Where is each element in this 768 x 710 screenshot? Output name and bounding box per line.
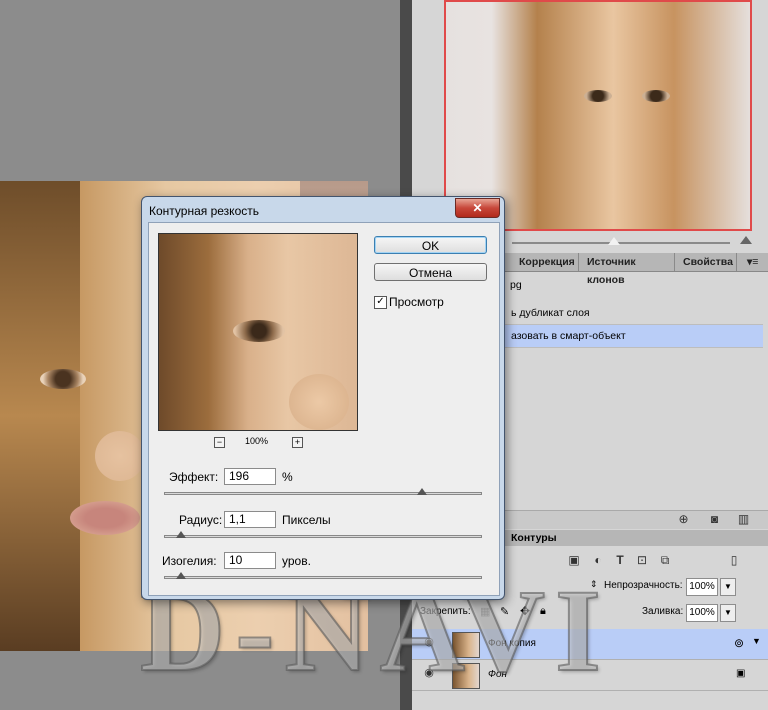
effect-unit: % [282,470,293,484]
threshold-input[interactable]: 10 [224,552,276,569]
navigator-zoom-slider[interactable] [512,242,730,244]
opacity-label: Непрозрачность: [604,580,683,591]
new-document-icon[interactable]: ⊕ [677,513,690,525]
thumb-eye-right [642,90,670,102]
zoom-in-mountain-icon[interactable] [740,236,752,244]
thumb-eye-left [584,90,612,102]
cancel-button[interactable]: Отмена [374,263,487,281]
image-lips [70,501,140,535]
tab-correction[interactable]: Коррекция [513,253,579,271]
panel-menu-icon[interactable]: ▾≡ [741,253,767,271]
fill-label: Заливка: [642,606,684,617]
filter-preview[interactable] [158,233,358,431]
fill-field[interactable]: 100% [686,604,718,622]
close-icon[interactable]: ✕ [455,198,500,218]
filter-smart-icon[interactable]: ⧉ [658,553,672,567]
camera-icon[interactable]: ◙ [708,513,721,525]
effect-label: Эффект: [169,470,219,484]
image-nose [95,431,145,481]
fill-dropdown-icon[interactable]: ▼ [720,604,736,622]
dialog-title: Контурная резкость [149,204,259,218]
threshold-slider-thumb[interactable] [176,572,186,579]
filter-shape-icon[interactable]: ⊡ [635,553,649,567]
layer-lock-icon: ▣ [736,668,746,679]
opacity-dropdown-icon[interactable]: ▼ [720,578,736,596]
opacity-field[interactable]: 100% [686,578,718,596]
preview-eye [233,320,285,342]
image-eye [40,369,86,389]
radius-unit: Пикселы [282,513,331,527]
smart-object-icon[interactable]: ⊚ [734,636,744,650]
dialog-body: − 100% + OK Отмена ✓ Просмотр Эффект: 19… [148,222,500,596]
tab-clone-source[interactable]: Источник клонов [581,253,675,286]
ok-button[interactable]: OK [374,236,487,254]
navigator-slider-thumb[interactable] [608,237,620,245]
radius-slider[interactable] [164,535,482,538]
radius-label: Радиус: [179,513,223,527]
panel-tabs: Коррекция Источник клонов Свойства ▾≡ [505,253,768,286]
history-snapshot[interactable]: pg [510,279,522,291]
history-footer: ⊕ ◙ ▥ [505,510,768,529]
history-item-selected[interactable]: азовать в смарт-объект [505,325,763,348]
filter-toggle-icon[interactable]: ▯ [727,553,741,567]
tab-paths[interactable]: Контуры [511,532,557,544]
tab-properties[interactable]: Свойства [677,253,737,271]
radius-input[interactable]: 1,1 [224,511,276,528]
layer-expand-icon[interactable]: ▼ [752,636,761,646]
layers-panel-header: Контуры [505,530,768,546]
trash-icon[interactable]: ▥ [737,513,750,525]
preview-nose [289,374,349,430]
zoom-level: 100% [245,436,269,446]
effect-input[interactable]: 196 [224,468,276,485]
history-item[interactable]: ь дубликат слоя [505,302,763,325]
unsharp-mask-dialog: Контурная резкость ✕ − 100% + OK Отмена … [141,196,505,600]
preview-checkbox[interactable]: ✓ [374,296,387,309]
preview-label: Просмотр [389,295,444,309]
effect-slider-thumb[interactable] [417,488,427,495]
effect-slider[interactable] [164,492,482,495]
threshold-unit: уров. [282,554,311,568]
zoom-out-button[interactable]: − [214,437,225,448]
filter-type-icon[interactable]: T [613,553,627,567]
image-hair-region [0,181,80,651]
threshold-label: Изогелия: [162,554,217,568]
radius-slider-thumb[interactable] [176,531,186,538]
threshold-slider[interactable] [164,576,482,579]
zoom-in-button[interactable]: + [292,437,303,448]
